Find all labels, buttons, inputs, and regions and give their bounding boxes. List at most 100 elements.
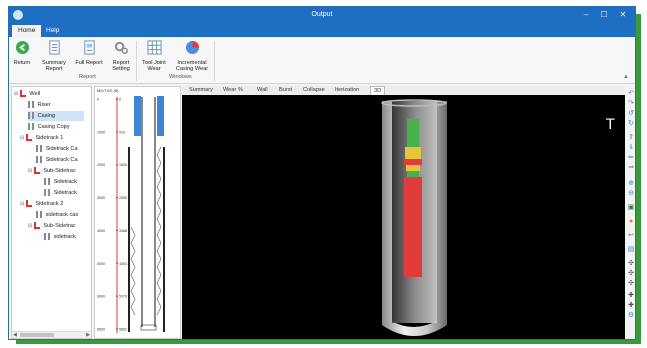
tree-item[interactable]: sidetrack cas <box>36 210 78 220</box>
well-column-panel: MD/TVD (ft) 0 0 1000 910 2000 1828 3000 2559 400… <box>94 86 181 339</box>
tab-3d[interactable]: 3D <box>370 86 386 95</box>
well-schematic: MD/TVD (ft) 0 0 1000 910 2000 1828 3000 2559 400… <box>97 88 165 333</box>
tool-joint-wear-button[interactable]: Tool Joint Wear <box>139 40 169 73</box>
casing-wall-right <box>163 147 165 332</box>
minimize-button[interactable]: – <box>579 9 593 21</box>
tab-home[interactable]: Home <box>12 25 42 37</box>
tree-item[interactable]: ⊟ Sub-Sidetrac <box>28 166 76 176</box>
scroll-left-icon[interactable]: ◀ <box>13 332 17 338</box>
horizontal-scrollbar[interactable]: ◀ ▶ <box>12 331 91 338</box>
tree-label: sidetrack cas <box>45 212 79 218</box>
casing-icon <box>28 123 34 131</box>
summary-report-button[interactable]: Summary Report <box>39 40 69 73</box>
tvd-tick-label: 2559 <box>119 196 127 200</box>
tree-item[interactable]: ⊟ Sidetrack 2 <box>20 199 63 209</box>
axis-y-icon[interactable]: ✣ <box>627 270 635 278</box>
tree-item[interactable]: ⊟ Well <box>14 89 40 99</box>
summary-report-label-2: Report <box>45 66 63 72</box>
depth-tick-mark <box>116 98 118 100</box>
tree-label: Sidetrack Ca <box>45 146 78 152</box>
axis-z-icon[interactable]: ✣ <box>627 280 635 288</box>
wear-band-yellow <box>405 147 421 159</box>
tree-item[interactable]: Casing Copy <box>28 122 70 132</box>
riser-right <box>157 96 164 136</box>
tree-item[interactable]: Sidetrack Ca <box>36 155 78 165</box>
tree-item[interactable]: Sidetrack Ca <box>36 144 78 154</box>
tree-item[interactable]: ⊟ Sidetrack 1 <box>20 133 63 143</box>
md-tick-label: 0 <box>97 98 99 102</box>
gear-icon <box>114 41 128 54</box>
pipe-icon <box>44 233 50 241</box>
tab-wall[interactable]: Wall <box>254 86 271 95</box>
collapse-icon: ⊟ <box>20 201 25 207</box>
maximize-button[interactable]: ☐ <box>597 9 611 21</box>
return-button[interactable]: Return <box>11 40 33 66</box>
wear-band-red <box>404 177 422 277</box>
rotate-up-icon[interactable]: ↶ <box>627 90 635 98</box>
tree-item[interactable]: sidetrack <box>44 232 76 242</box>
zoom-out-icon[interactable]: ⊖ <box>627 190 635 198</box>
3d-viewport[interactable]: T <box>182 95 625 339</box>
sidetrack-icon <box>33 167 40 175</box>
tree-item-selected[interactable]: Casing <box>28 111 84 121</box>
string-right <box>154 97 156 327</box>
md-tick-label: 5000 <box>97 262 105 266</box>
tab-iterization[interactable]: Iterization <box>332 86 362 95</box>
collapse-ribbon-icon[interactable]: ▲ <box>623 74 629 80</box>
scroll-right-icon[interactable]: ▶ <box>86 332 90 338</box>
collapse-icon: ⊟ <box>14 91 19 97</box>
tab-help[interactable]: Help <box>40 25 65 37</box>
tree-item[interactable]: Sidetrack <box>44 177 77 187</box>
tree-label: Well <box>29 91 41 97</box>
color-icon[interactable]: ● <box>627 218 635 226</box>
fit-view-icon[interactable]: ▣ <box>627 204 635 212</box>
tab-burst[interactable]: Burst <box>276 86 295 95</box>
tree-label: Sidetrack Ca <box>45 157 78 163</box>
snapshot-icon[interactable]: ▤ <box>627 246 635 254</box>
tvd-tick-label: 5852 <box>119 328 127 332</box>
tree-item[interactable]: Riser <box>28 100 51 110</box>
sidetrack-icon <box>25 200 32 208</box>
rotate-right-icon[interactable]: ↻ <box>627 120 635 128</box>
md-tick-label: 3000 <box>97 196 105 200</box>
tab-wear-percent[interactable]: Wear % <box>220 86 246 95</box>
pan-down-icon[interactable]: ⇓ <box>627 144 635 152</box>
rotate-down-icon[interactable]: ↷ <box>627 100 635 108</box>
axis-x-icon[interactable]: ✣ <box>627 260 635 268</box>
view-front-icon[interactable]: ✚ <box>627 292 635 300</box>
zoom-in-icon[interactable]: ⊕ <box>627 180 635 188</box>
depth-tick-mark <box>116 262 118 265</box>
ribbon-tabs: Home Help <box>9 24 635 37</box>
tab-summary[interactable]: Summary <box>186 86 216 95</box>
group-label-report: Report <box>79 74 96 80</box>
rotate-left-icon[interactable]: ↺ <box>627 110 635 118</box>
tree-label: Riser <box>37 102 51 108</box>
scroll-thumb[interactable] <box>20 333 54 337</box>
tvd-tick-label: 1828 <box>119 163 127 167</box>
tree-label: Casing Copy <box>37 124 70 130</box>
reset-icon[interactable]: ↩ <box>627 232 635 240</box>
riser-left <box>134 96 141 136</box>
close-button[interactable]: ✕ <box>616 9 630 21</box>
incremental-casing-wear-button[interactable]: Incremental Casing Wear <box>171 40 213 73</box>
shoe <box>140 324 157 331</box>
view-side-icon[interactable]: ✚ <box>627 302 635 310</box>
full-report-button[interactable]: Full Report <box>72 40 106 66</box>
tree-label: Sidetrack 1 <box>35 135 64 141</box>
pan-up-icon[interactable]: ⇑ <box>627 134 635 142</box>
pipe-icon <box>36 211 42 219</box>
output-window: Output – ☐ ✕ Home Help Return Summary Re… <box>8 6 636 340</box>
return-label: Return <box>13 59 31 66</box>
report-setting-button[interactable]: Report Setting <box>108 40 134 73</box>
tree-item[interactable]: ⊟ Sub-Sidetrac <box>28 221 76 231</box>
wear-band-yellow <box>406 165 420 171</box>
tree-label: Sidetrack <box>53 190 77 196</box>
tab-collapse[interactable]: Collapse <box>300 86 328 95</box>
pan-left-icon[interactable]: ⇐ <box>627 154 635 162</box>
settings-icon[interactable]: ⚙ <box>627 312 635 320</box>
tvd-tick-label: 910 <box>119 130 125 134</box>
pan-right-icon[interactable]: ⇒ <box>627 164 635 172</box>
tree-label: Sidetrack 2 <box>35 201 64 207</box>
tree-item[interactable]: Sidetrack <box>44 188 77 198</box>
group-label-windows: Windows <box>169 74 192 80</box>
